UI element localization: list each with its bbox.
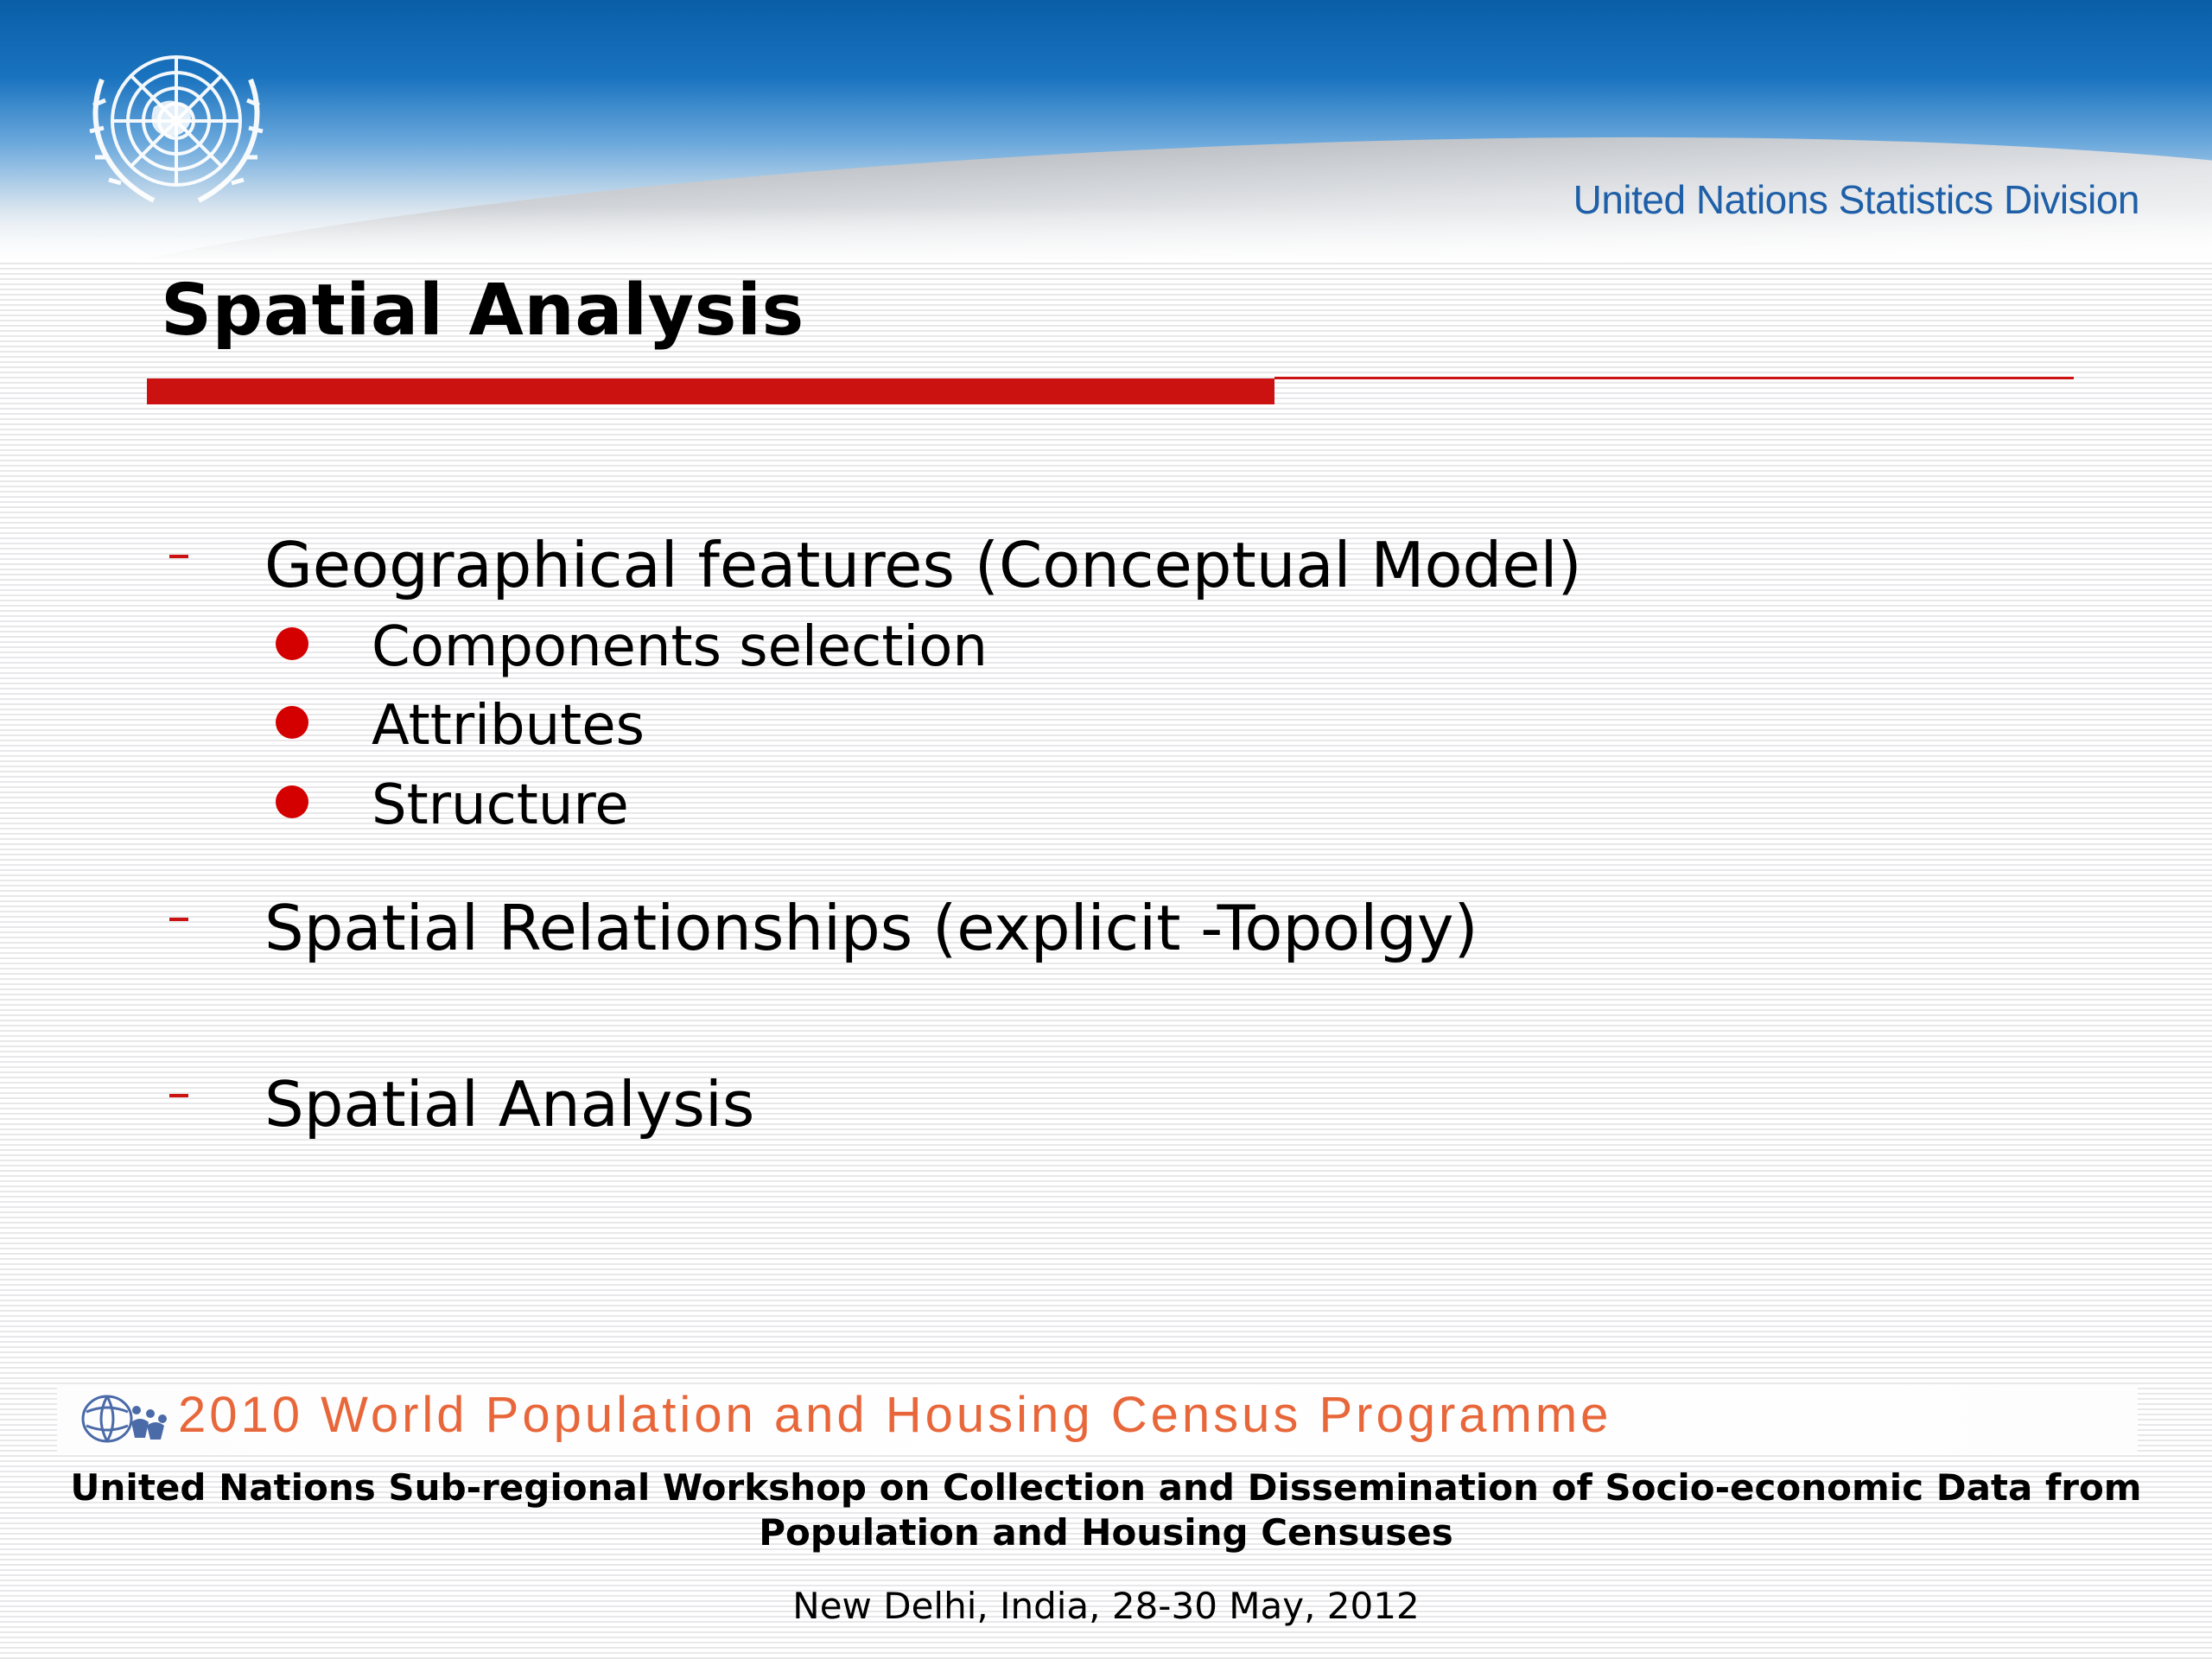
workshop-title: United Nations Sub-regional Workshop on … [0, 1465, 2212, 1555]
bullet-item: Spatial Relationships (explicit -Topolgy… [264, 892, 1478, 964]
sub-bullet-item: Attributes [372, 694, 645, 758]
census-programme-banner: 2010 World Population and Housing Census… [57, 1384, 2138, 1453]
dot-bullet-icon [276, 785, 308, 818]
un-emblem-icon [89, 55, 264, 203]
bullet-item: Geographical features (Conceptual Model) [264, 529, 1582, 601]
sub-bullet-item: Structure [372, 773, 629, 837]
bullet-item: Spatial Analysis [264, 1068, 755, 1141]
workshop-title-line-2: Population and Housing Censuses [759, 1511, 1453, 1554]
dash-bullet-icon [169, 555, 188, 558]
slide-header: United Nations Statistics Division [0, 0, 2212, 259]
census-programme-title: 2010 World Population and Housing Census… [178, 1387, 1612, 1443]
location-date: New Delhi, India, 28-30 May, 2012 [792, 1585, 1420, 1627]
dot-bullet-icon [276, 627, 308, 660]
title-underline-thick [147, 378, 1274, 404]
dot-bullet-icon [276, 706, 308, 739]
slide-title: Spatial Analysis [161, 270, 804, 352]
title-underline-thin [1274, 377, 2074, 379]
census-programme-logo-icon [81, 1395, 167, 1443]
organization-name: United Nations Statistics Division [1573, 177, 2140, 222]
dash-bullet-icon [169, 918, 188, 921]
dash-bullet-icon [169, 1094, 188, 1097]
workshop-title-line-1: United Nations Sub-regional Workshop on … [70, 1466, 2142, 1509]
sub-bullet-item: Components selection [372, 615, 988, 679]
